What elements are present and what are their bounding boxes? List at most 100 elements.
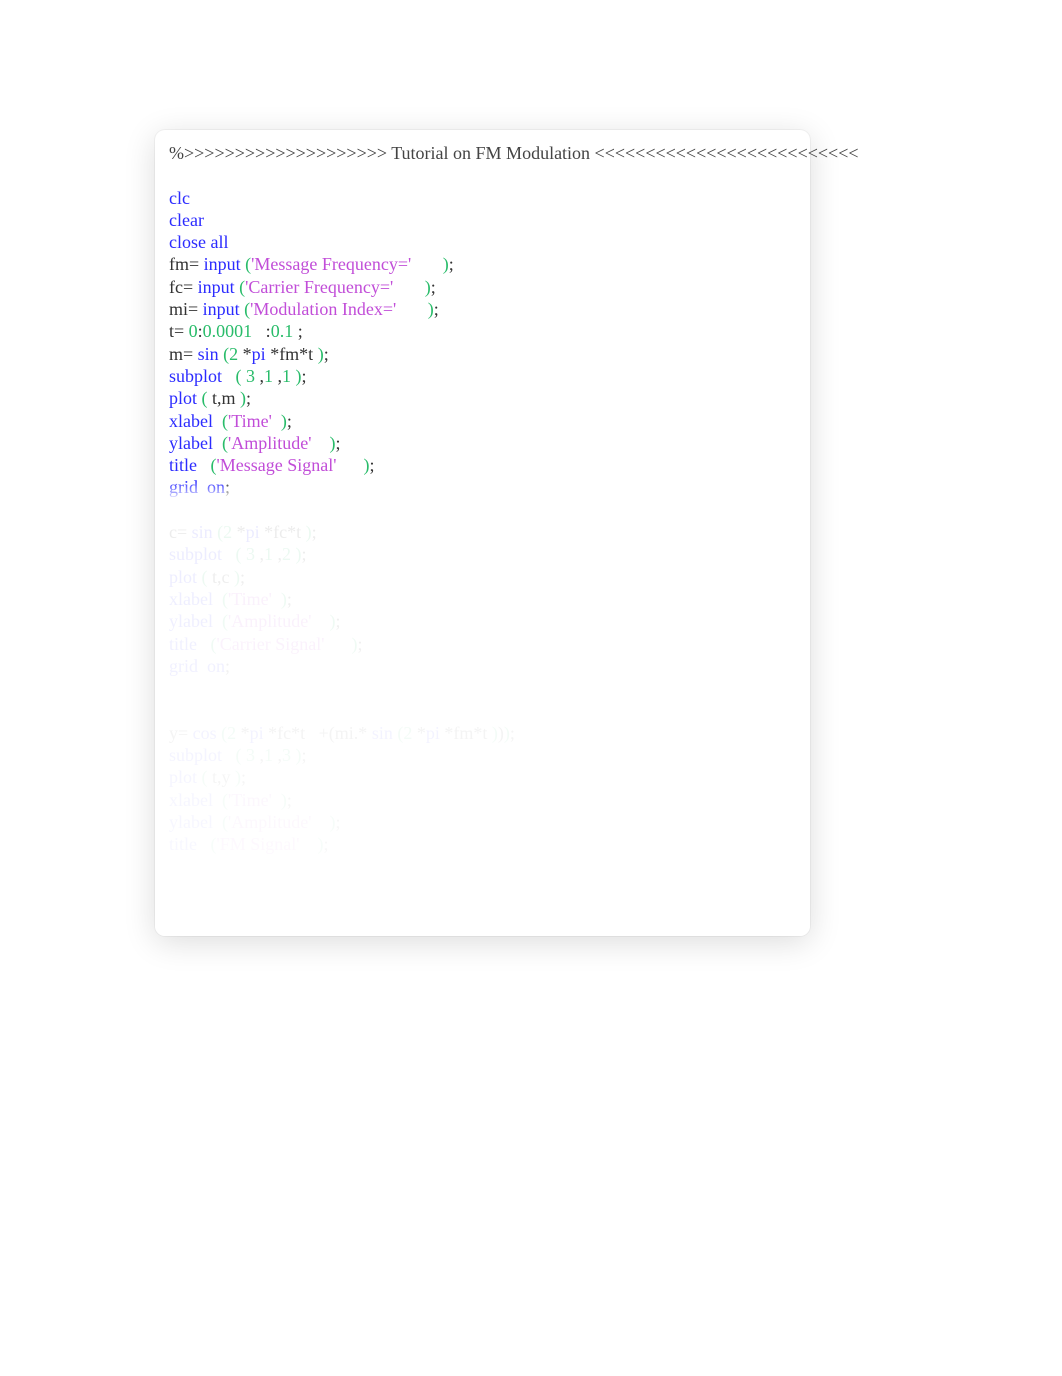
code-token-plain: c= (169, 522, 192, 542)
code-token-str: 'Message Signal' (217, 455, 337, 475)
code-token-plain: *fc*t +(mi.* (264, 723, 372, 743)
code-token-kw: title (169, 455, 197, 475)
code-token-plain: ; (324, 344, 329, 364)
code-token-kw: subplot (169, 544, 222, 564)
code-token-kw: input (204, 254, 241, 274)
code-token-plain: , (273, 745, 282, 765)
code-token-plain: ; (302, 366, 307, 386)
code-token-kw: grid (169, 656, 198, 676)
code-token-num: 3 (246, 544, 255, 564)
code-token-plain: ; (246, 388, 251, 408)
code-token-kw: title (169, 634, 197, 654)
code-token-plain (311, 812, 329, 832)
code-token-kw: xlabel (169, 589, 213, 609)
code-comment: %>>>>>>>>>>>>>>>>>>>> Tutorial on FM Mod… (169, 143, 859, 163)
code-token-kw: plot (169, 767, 197, 787)
code-token-str: 'Time' (228, 790, 272, 810)
code-token-plain (222, 366, 236, 386)
code-token-plain: mi= (169, 299, 203, 319)
code-token-plain: y= (169, 723, 193, 743)
code-token-plain: ; (287, 790, 292, 810)
code-token-plain: fc= (169, 277, 198, 297)
code-token-kw: close (169, 232, 206, 252)
code-token-plain (213, 589, 222, 609)
code-token-kw: pi (252, 344, 266, 364)
code-token-plain: t,c (208, 567, 235, 587)
code-token-plain (336, 455, 363, 475)
code-token-plain: * (236, 723, 250, 743)
code-token-str: 'Message Frequency=' (251, 254, 411, 274)
code-token-kw: sin (372, 723, 393, 743)
code-token-plain: ; (225, 477, 230, 497)
code-token-plain (272, 411, 281, 431)
code-token-num: 2 (223, 522, 232, 542)
code-token-plain: ; (335, 611, 340, 631)
code-token-kw: pi (426, 723, 440, 743)
code-token-plain (213, 790, 222, 810)
code-token-kw: plot (169, 567, 197, 587)
code-token-plain (198, 477, 207, 497)
code-token-plain: *fm*t (266, 344, 318, 364)
code-token-plain: * (238, 344, 252, 364)
code-token-plain: , (255, 366, 264, 386)
code-token-num: 0 (189, 321, 198, 341)
code-token-kw: plot (169, 388, 197, 408)
code-token-plain: * (412, 723, 426, 743)
code-token-plain (311, 433, 329, 453)
code-token-plain (213, 411, 222, 431)
code-token-num: 0.0001 (203, 321, 253, 341)
code-token-plain: , (255, 745, 264, 765)
code-token-kw: all (210, 232, 228, 252)
code-token-num: 1 (264, 366, 273, 386)
code-token-plain: t= (169, 321, 189, 341)
code-token-str: 'Modulation Index=' (250, 299, 396, 319)
code-token-plain: ; (287, 589, 292, 609)
code-token-plain: ; (369, 455, 374, 475)
code-token-plain: : (252, 321, 271, 341)
code-token-kw: xlabel (169, 790, 213, 810)
code-token-str: 'Amplitude' (228, 611, 311, 631)
code-token-kw: ylabel (169, 433, 213, 453)
code-token-str: 'FM Signal' (217, 834, 300, 854)
code-token-plain: * (232, 522, 246, 542)
code-token-kw: cos (193, 723, 217, 743)
code-token-plain: , (255, 544, 264, 564)
code-token-plain (197, 834, 211, 854)
code-token-kw: input (198, 277, 235, 297)
code-token-plain: ; (335, 433, 340, 453)
matlab-code-block: %>>>>>>>>>>>>>>>>>>>> Tutorial on FM Mod… (169, 142, 798, 856)
code-token-plain (396, 299, 428, 319)
code-token-plain (300, 834, 318, 854)
code-token-plain: ; (240, 567, 245, 587)
code-token-str: 'Time' (228, 589, 272, 609)
code-token-plain: ; (434, 299, 439, 319)
code-token-num: 2 (403, 723, 412, 743)
code-token-kw: pi (246, 522, 260, 542)
code-token-str: 'Time' (228, 411, 272, 431)
code-token-plain (222, 745, 236, 765)
code-token-num: 1 (282, 366, 291, 386)
code-token-plain: ; (225, 656, 230, 676)
code-token-plain (198, 656, 207, 676)
code-token-num: 3 (246, 745, 255, 765)
code-token-str: 'Carrier Frequency=' (245, 277, 393, 297)
code-token-kw: xlabel (169, 411, 213, 431)
code-token-num: 2 (229, 344, 238, 364)
code-token-num: 1 (264, 544, 273, 564)
code-token-kw: clc (169, 188, 190, 208)
code-token-kw: input (203, 299, 240, 319)
code-token-plain: ; (449, 254, 454, 274)
code-token-kw: on (207, 656, 225, 676)
code-token-kw: ylabel (169, 611, 213, 631)
code-token-plain: , (273, 544, 282, 564)
code-token-plain: ; (287, 411, 292, 431)
code-token-plain (311, 611, 329, 631)
code-token-plain (272, 589, 281, 609)
page: %>>>>>>>>>>>>>>>>>>>> Tutorial on FM Mod… (0, 0, 1062, 1376)
code-token-kw: grid (169, 477, 198, 497)
code-token-plain (324, 634, 351, 654)
code-token-plain (411, 254, 443, 274)
code-token-plain: ; (335, 812, 340, 832)
code-token-num: 0.1 (271, 321, 294, 341)
code-token-plain: *fm*t (440, 723, 492, 743)
